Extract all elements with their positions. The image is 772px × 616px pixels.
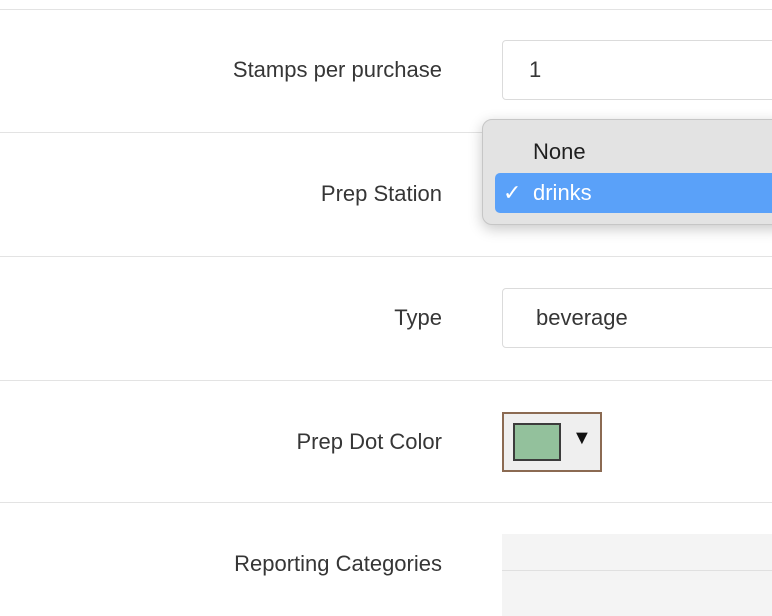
- reporting-categories-field[interactable]: [502, 534, 772, 616]
- option-label: drinks: [533, 180, 592, 205]
- checkmark-icon: ✓: [503, 180, 522, 205]
- option-label: None: [533, 139, 586, 164]
- stamps-per-purchase-value: 1: [529, 57, 542, 82]
- prep-dot-color-label: Prep Dot Color: [296, 429, 442, 454]
- color-swatch: [513, 423, 561, 461]
- dropdown-option-drinks[interactable]: ✓ drinks: [495, 173, 772, 213]
- form-page: Stamps per purchase 1 Prep Station Type …: [0, 0, 772, 616]
- dropdown-option-none[interactable]: None: [495, 132, 772, 172]
- type-label: Type: [394, 305, 442, 330]
- divider: [502, 570, 772, 571]
- caret-down-icon: ▼: [572, 427, 592, 449]
- divider: [0, 380, 772, 381]
- divider: [0, 9, 772, 10]
- prep-dot-color-picker[interactable]: ▼: [502, 412, 602, 472]
- type-value: beverage: [536, 305, 628, 330]
- stamps-per-purchase-input[interactable]: 1: [502, 40, 772, 100]
- divider: [0, 256, 772, 257]
- divider: [0, 502, 772, 503]
- stamps-per-purchase-label: Stamps per purchase: [232, 57, 442, 82]
- prep-station-label: Prep Station: [320, 181, 442, 206]
- type-input[interactable]: beverage: [502, 288, 772, 348]
- prep-station-dropdown-menu: None ✓ drinks: [482, 119, 772, 225]
- reporting-categories-label: Reporting Categories: [234, 551, 442, 576]
